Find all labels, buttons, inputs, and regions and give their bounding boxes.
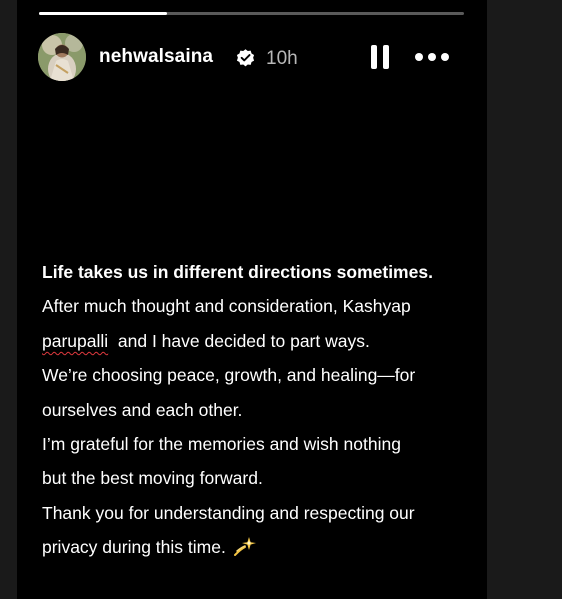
caption-line: I’m grateful for the memories and wish n… [42, 434, 401, 455]
dizzy-sparkle-icon [233, 537, 256, 557]
profile-avatar[interactable] [38, 33, 86, 81]
username[interactable]: nehwalsaina [99, 46, 213, 68]
page: nehwalsaina 10h Life takes us in differe… [0, 0, 562, 599]
caption-line: privacy during this time. [42, 530, 482, 564]
more-icon-dot [415, 53, 423, 61]
caption-line-text: privacy during this time. [42, 537, 226, 558]
caption-line: After much thought and consideration, Ka… [42, 296, 411, 317]
verified-badge-icon [236, 49, 255, 67]
story-caption: Life takes us in different directions so… [42, 255, 482, 565]
story-progress-bar [39, 12, 464, 15]
caption-line: Thank you for understanding and respecti… [42, 502, 415, 523]
caption-line: but the best moving forward. [42, 468, 263, 489]
avatar-image-icon [38, 33, 86, 81]
caption-line-text: and I have decided to part ways. [108, 330, 370, 351]
story-progress-fill [39, 12, 167, 15]
more-icon-dot [441, 53, 449, 61]
story-header: nehwalsaina 10h [38, 33, 478, 83]
story-viewer[interactable]: nehwalsaina 10h Life takes us in differe… [17, 0, 487, 599]
more-options-button[interactable] [415, 50, 449, 64]
pause-button[interactable] [369, 45, 391, 69]
caption-line: ourselves and each other. [42, 399, 243, 420]
misspelled-word: parupalli [42, 330, 109, 351]
pause-icon-bar-right [383, 45, 389, 69]
story-timestamp: 10h [266, 48, 298, 69]
pause-icon-bar-left [371, 45, 377, 69]
more-icon-dot [428, 53, 436, 61]
caption-headline: Life takes us in different directions so… [42, 262, 433, 282]
caption-line: parupalli and I have decided to part way… [42, 324, 482, 358]
caption-line: We’re choosing peace, growth, and healin… [42, 365, 416, 386]
